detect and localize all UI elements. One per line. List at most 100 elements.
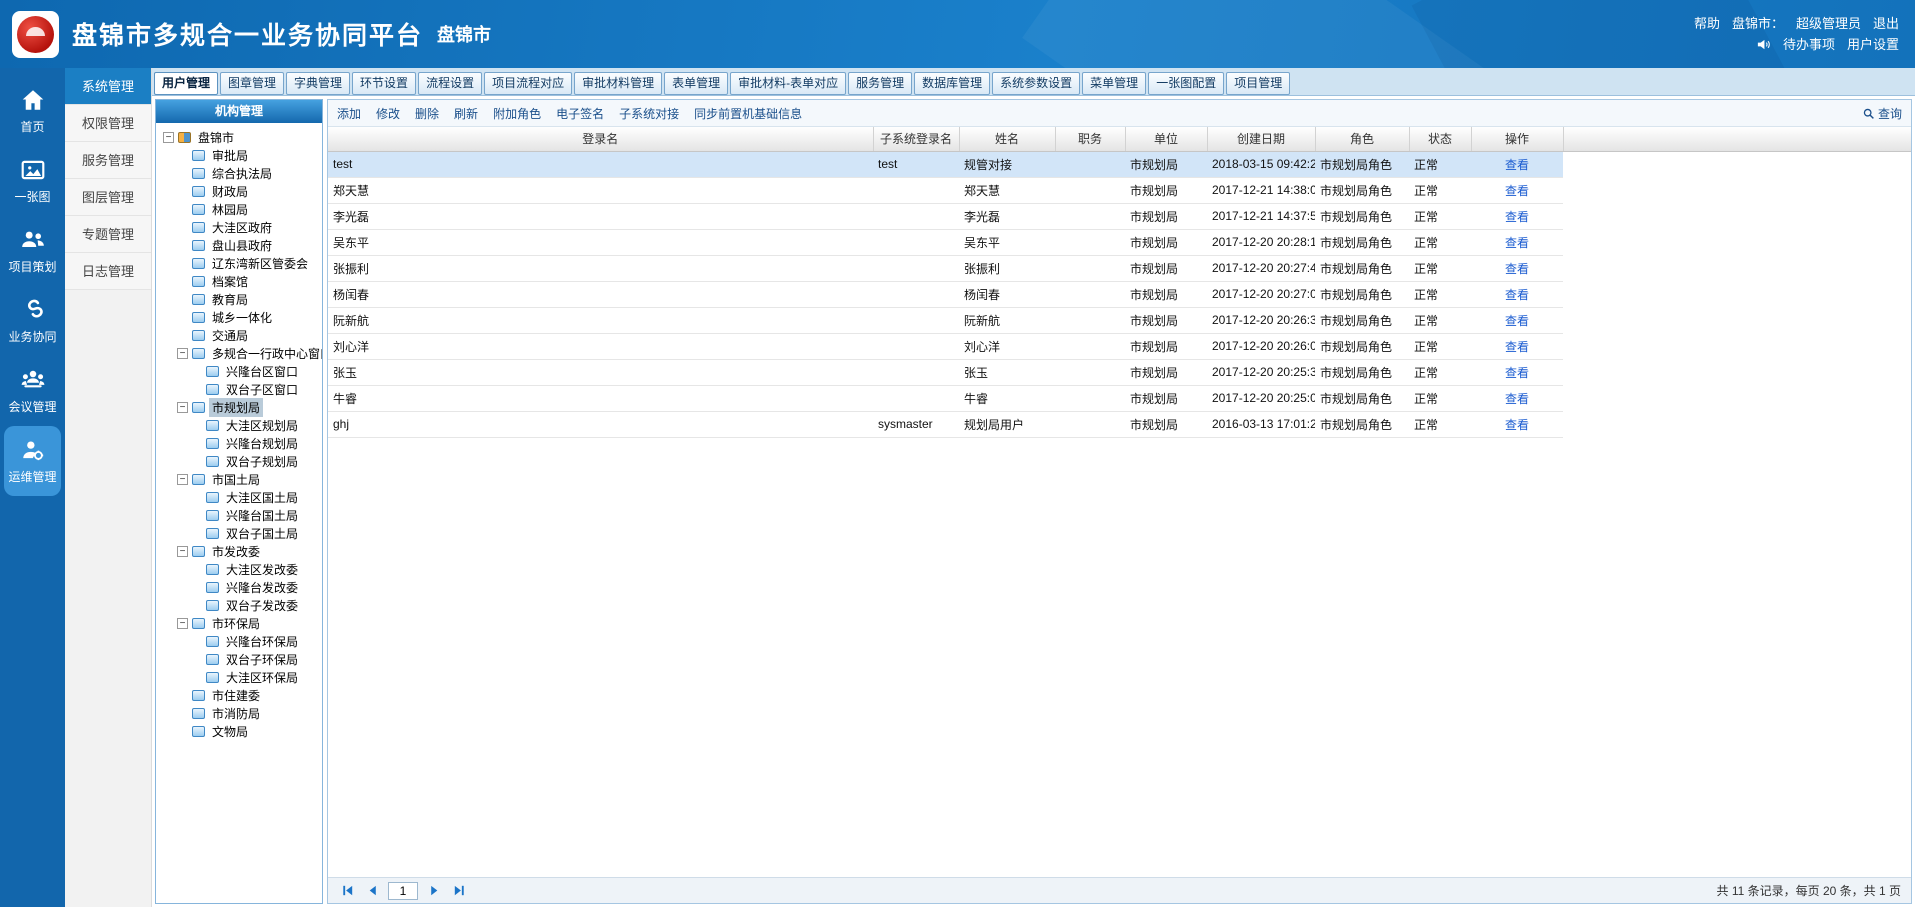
tree-node[interactable]: 双台子发改委 (159, 596, 322, 614)
tab-8[interactable]: 审批材料-表单对应 (730, 72, 847, 95)
column-header-2[interactable]: 姓名 (959, 127, 1056, 152)
tree-node[interactable]: − 市发改委 (159, 542, 322, 560)
tab-4[interactable]: 流程设置 (418, 72, 483, 95)
table-row[interactable]: 杨闰春 杨闰春 市规划局 2017-12-20 20:27:06 市规划局角色 正常 查看 (328, 281, 1911, 308)
subsystem-connect-button[interactable]: 子系统对接 (619, 105, 679, 122)
tree-node[interactable]: 教育局 (159, 290, 322, 308)
user-settings-link[interactable]: 用户设置 (1847, 34, 1899, 55)
tree-node[interactable]: 林园局 (159, 200, 322, 218)
nav-project[interactable]: 项目策划 (0, 216, 65, 286)
tree-node[interactable]: 双台子环保局 (159, 650, 322, 668)
table-row[interactable]: 张振利 张振利 市规划局 2017-12-20 20:27:41 市规划局角色 正常 查看 (328, 255, 1911, 282)
column-header-4[interactable]: 单位 (1125, 127, 1208, 152)
tree-node[interactable]: 市消防局 (159, 704, 322, 722)
tree-node[interactable]: 大洼区环保局 (159, 668, 322, 686)
tree-node[interactable]: 辽东湾新区管委会 (159, 254, 322, 272)
expand-toggle-icon[interactable]: − (177, 617, 188, 629)
tab-3[interactable]: 环节设置 (352, 72, 417, 95)
tree-node[interactable]: 兴隆台国土局 (159, 506, 322, 524)
column-header-5[interactable]: 创建日期 (1207, 127, 1316, 152)
tree-node[interactable]: 兴隆台环保局 (159, 632, 322, 650)
nav-home[interactable]: 首页 (0, 76, 65, 146)
subnav-item-3[interactable]: 图层管理 (65, 179, 151, 216)
logout-link[interactable]: 退出 (1873, 13, 1899, 34)
view-link[interactable]: 查看 (1505, 314, 1529, 328)
tree-node[interactable]: 文物局 (159, 722, 322, 740)
subnav-item-1[interactable]: 权限管理 (65, 105, 151, 142)
tab-2[interactable]: 字典管理 (286, 72, 351, 95)
table-row[interactable]: 牛睿 牛睿 市规划局 2017-12-20 20:25:01 市规划局角色 正常 查看 (328, 385, 1911, 412)
todo-link[interactable]: 待办事项 (1783, 34, 1835, 55)
tree-node[interactable]: 交通局 (159, 326, 322, 344)
column-header-6[interactable]: 角色 (1315, 127, 1410, 152)
tab-10[interactable]: 数据库管理 (914, 72, 991, 95)
tab-5[interactable]: 项目流程对应 (484, 72, 573, 95)
attach-role-button[interactable]: 附加角色 (493, 105, 541, 122)
tree-node[interactable]: 大洼区政府 (159, 218, 322, 236)
tree-node[interactable]: 兴隆台发改委 (159, 578, 322, 596)
tree-node[interactable]: 档案馆 (159, 272, 322, 290)
tab-9[interactable]: 服务管理 (848, 72, 913, 95)
first-page-button[interactable] (338, 882, 356, 900)
column-header-1[interactable]: 子系统登录名 (873, 127, 960, 152)
table-row[interactable]: 阮新航 阮新航 市规划局 2017-12-20 20:26:31 市规划局角色 正常 查看 (328, 307, 1911, 334)
tree-node[interactable]: − 盘锦市 (159, 128, 322, 146)
view-link[interactable]: 查看 (1505, 262, 1529, 276)
expand-toggle-icon[interactable]: − (177, 473, 188, 485)
tree-node[interactable]: 大洼区国土局 (159, 488, 322, 506)
tree-node[interactable]: 大洼区规划局 (159, 416, 322, 434)
table-row[interactable]: 刘心洋 刘心洋 市规划局 2017-12-20 20:26:08 市规划局角色 正常 查看 (328, 333, 1911, 360)
nav-map[interactable]: 一张图 (0, 146, 65, 216)
column-header-0[interactable]: 登录名 (328, 127, 874, 152)
view-link[interactable]: 查看 (1505, 288, 1529, 302)
view-link[interactable]: 查看 (1505, 340, 1529, 354)
view-link[interactable]: 查看 (1505, 184, 1529, 198)
tree-node[interactable]: 双台子区窗口 (159, 380, 322, 398)
nav-collaboration[interactable]: 业务协同 (0, 286, 65, 356)
org-tree[interactable]: − 盘锦市 审批局 综合执法局 财政局 林园局 大洼区政府 盘山县政府 辽东湾新区管委会 档案馆教… (156, 123, 322, 903)
tree-node[interactable]: 市住建委 (159, 686, 322, 704)
e-signature-button[interactable]: 电子签名 (556, 105, 604, 122)
table-row[interactable]: 李光磊 李光磊 市规划局 2017-12-21 14:37:51 市规划局角色 正常 查看 (328, 203, 1911, 230)
table-row[interactable]: 张玉 张玉 市规划局 2017-12-20 20:25:38 市规划局角色 正常 查看 (328, 359, 1911, 386)
tab-13[interactable]: 一张图配置 (1148, 72, 1225, 95)
sync-base-info-button[interactable]: 同步前置机基础信息 (694, 105, 802, 122)
add-button[interactable]: 添加 (337, 105, 361, 122)
tree-node[interactable]: 兴隆台区窗口 (159, 362, 322, 380)
tree-node[interactable]: 财政局 (159, 182, 322, 200)
tree-node[interactable]: − 市国土局 (159, 470, 322, 488)
tab-0[interactable]: 用户管理 (154, 72, 219, 95)
expand-toggle-icon[interactable]: − (163, 131, 174, 143)
view-link[interactable]: 查看 (1505, 392, 1529, 406)
nav-meeting[interactable]: 会议管理 (0, 356, 65, 426)
current-user-link[interactable]: 超级管理员 (1796, 13, 1861, 34)
tab-14[interactable]: 项目管理 (1226, 72, 1291, 95)
tree-node[interactable]: − 市环保局 (159, 614, 322, 632)
prev-page-button[interactable] (363, 882, 381, 900)
tree-node[interactable]: 城乡一体化 (159, 308, 322, 326)
column-header-3[interactable]: 职务 (1055, 127, 1126, 152)
table-row[interactable]: 郑天慧 郑天慧 市规划局 2017-12-21 14:38:06 市规划局角色 正常 查看 (328, 177, 1911, 204)
tree-node[interactable]: − 多规合一行政中心窗口 (159, 344, 322, 362)
refresh-button[interactable]: 刷新 (454, 105, 478, 122)
tree-node[interactable]: 大洼区发改委 (159, 560, 322, 578)
page-number-input[interactable] (388, 881, 418, 900)
tab-6[interactable]: 审批材料管理 (574, 72, 663, 95)
view-link[interactable]: 查看 (1505, 236, 1529, 250)
table-row[interactable]: ghj sysmaster 规划局用户 市规划局 2016-03-13 17:01:21… (328, 411, 1911, 438)
expand-toggle-icon[interactable]: − (177, 545, 188, 557)
help-link[interactable]: 帮助 (1694, 13, 1720, 34)
last-page-button[interactable] (450, 882, 468, 900)
nav-ops[interactable]: 运维管理 (4, 426, 61, 496)
column-header-7[interactable]: 状态 (1409, 127, 1472, 152)
subnav-item-4[interactable]: 专题管理 (65, 216, 151, 253)
search-button[interactable]: 查询 (1862, 105, 1902, 122)
table-row[interactable]: test test 规管对接 市规划局 2018-03-15 09:42:26 市规划局角… (328, 151, 1911, 178)
column-header-8[interactable]: 操作 (1471, 127, 1564, 152)
view-link[interactable]: 查看 (1505, 158, 1529, 172)
subnav-item-5[interactable]: 日志管理 (65, 253, 151, 290)
tree-node[interactable]: 双台子国土局 (159, 524, 322, 542)
tree-node[interactable]: 盘山县政府 (159, 236, 322, 254)
subnav-item-2[interactable]: 服务管理 (65, 142, 151, 179)
view-link[interactable]: 查看 (1505, 210, 1529, 224)
